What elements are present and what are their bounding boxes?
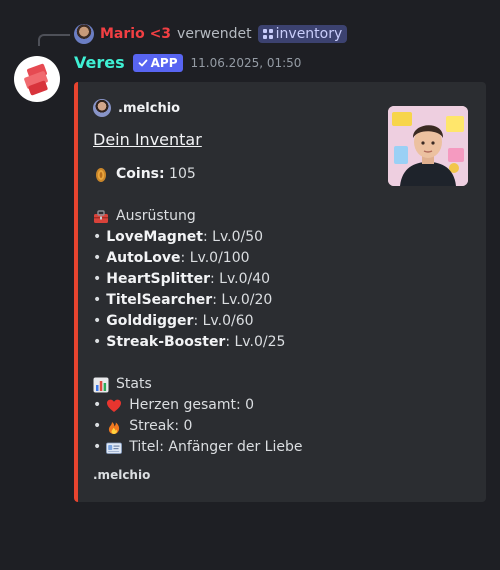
reply-username[interactable]: Mario <3 bbox=[100, 26, 171, 42]
toolbox-icon bbox=[94, 209, 108, 223]
heart-icon bbox=[107, 399, 122, 412]
equipment-item: • Golddigger: Lv.0/60 bbox=[93, 311, 302, 332]
reply-connector bbox=[38, 34, 70, 46]
command-chip[interactable]: inventory bbox=[257, 25, 348, 43]
bot-avatar[interactable] bbox=[14, 56, 60, 102]
bot-username[interactable]: Veres bbox=[74, 53, 125, 72]
equipment-item: • TitelSearcher: Lv.0/20 bbox=[93, 290, 302, 311]
bot-logo-icon bbox=[24, 63, 48, 96]
id-card-icon bbox=[106, 442, 123, 454]
stat-text: Herzen gesamt: 0 bbox=[129, 397, 255, 413]
equipment-level: : Lv.0/25 bbox=[225, 334, 286, 350]
equipment-level: : Lv.0/40 bbox=[210, 271, 271, 287]
stats-heading-label: Stats bbox=[116, 376, 152, 392]
bar-chart-icon bbox=[93, 377, 109, 392]
stat-item: • Herzen gesamt: 0 bbox=[93, 395, 302, 416]
checkmark-icon bbox=[138, 59, 148, 66]
equipment-name: TitelSearcher bbox=[106, 292, 213, 308]
message-timestamp: 11.06.2025, 01:50 bbox=[190, 55, 302, 70]
equipment-name: LoveMagnet bbox=[106, 229, 203, 245]
coins-value: 105 bbox=[169, 166, 196, 182]
reply-action-text: verwendet bbox=[177, 26, 252, 42]
stats-heading: Stats bbox=[93, 374, 302, 395]
fire-icon bbox=[109, 421, 120, 434]
coin-icon bbox=[96, 167, 106, 182]
equipment-name: Golddigger bbox=[106, 313, 194, 329]
embed-title[interactable]: Dein Inventar bbox=[93, 130, 202, 149]
reply-context[interactable]: Mario <3 verwendet inventory bbox=[74, 24, 348, 44]
reply-user-avatar[interactable] bbox=[74, 24, 94, 44]
app-badge: APP bbox=[132, 53, 183, 72]
avatar-portrait-image bbox=[388, 106, 468, 186]
stat-text: Streak: 0 bbox=[129, 418, 193, 434]
equipment-item: • HeartSplitter: Lv.0/40 bbox=[93, 269, 302, 290]
stat-item: • Titel: Anfänger der Liebe bbox=[93, 437, 302, 458]
equipment-level: : Lv.0/100 bbox=[180, 250, 250, 266]
embed-author-name: .melchio bbox=[118, 100, 181, 116]
command-name: inventory bbox=[275, 26, 343, 42]
equipment-item: • Streak-Booster: Lv.0/25 bbox=[93, 332, 302, 353]
equipment-name: Streak-Booster bbox=[106, 334, 226, 350]
stat-item: • Streak: 0 bbox=[93, 416, 302, 437]
equipment-name: HeartSplitter bbox=[106, 271, 211, 287]
stat-text: Titel: Anfänger der Liebe bbox=[129, 439, 303, 455]
embed-author: .melchio bbox=[93, 99, 180, 117]
equipment-heading: Ausrüstung bbox=[93, 206, 302, 227]
embed-footer: .melchio bbox=[93, 468, 151, 482]
equipment-heading-label: Ausrüstung bbox=[116, 208, 196, 224]
equipment-item: • AutoLove: Lv.0/100 bbox=[93, 248, 302, 269]
equipment-level: : Lv.0/20 bbox=[212, 292, 273, 308]
equipment-item: • LoveMagnet: Lv.0/50 bbox=[93, 227, 302, 248]
inventory-embed: .melchio Dein Inventar Coins: 105 Ausrüs… bbox=[74, 82, 486, 502]
app-command-icon bbox=[262, 29, 273, 39]
equipment-level: : Lv.0/50 bbox=[202, 229, 264, 245]
embed-author-avatar bbox=[93, 99, 111, 117]
equipment-level: : Lv.0/60 bbox=[193, 313, 254, 329]
embed-description: Coins: 105 Ausrüstung • LoveMagnet: Lv.0/… bbox=[93, 164, 302, 458]
coins-label: Coins: bbox=[116, 166, 165, 182]
coins-row: Coins: 105 bbox=[93, 164, 302, 185]
app-badge-label: APP bbox=[150, 55, 178, 70]
equipment-name: AutoLove bbox=[106, 250, 181, 266]
message-header: Veres APP 11.06.2025, 01:50 bbox=[74, 53, 301, 72]
embed-thumbnail[interactable] bbox=[388, 106, 468, 186]
